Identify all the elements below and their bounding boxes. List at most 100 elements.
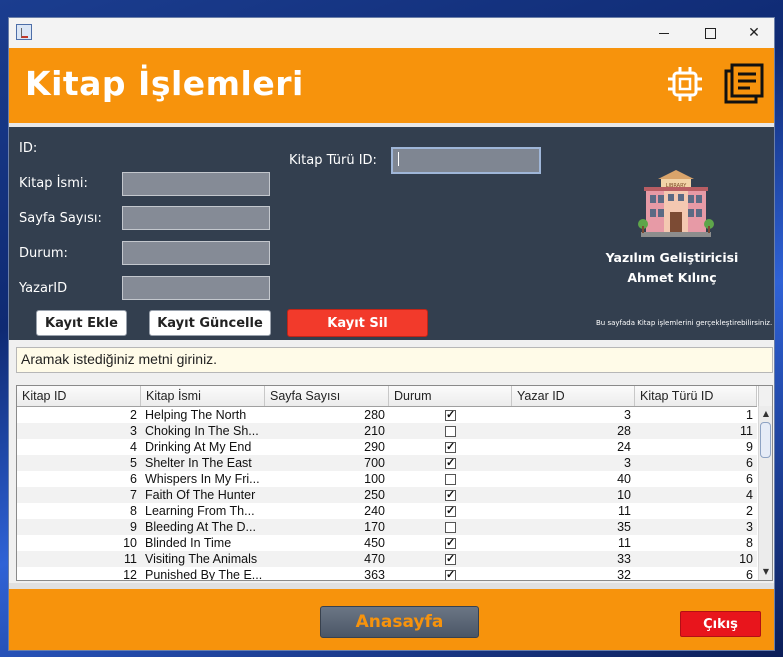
close-button[interactable]: ✕ [731, 18, 774, 48]
status-checkbox[interactable]: ✓ [445, 457, 456, 469]
exit-button[interactable]: Çıkış [680, 611, 761, 637]
author-cell: 28 [617, 424, 631, 438]
name-cell: Whispers In My Fri... [145, 472, 260, 486]
scroll-down-icon[interactable]: ▼ [759, 565, 772, 579]
developer-name: Ahmet Kılınç [627, 270, 717, 285]
pages-cell: 210 [364, 424, 385, 438]
maximize-button[interactable] [687, 18, 733, 48]
status-cell: ✓ [389, 407, 512, 423]
author-cell: 11 [618, 536, 631, 550]
author-cell: 35 [617, 520, 631, 534]
text-caret [398, 152, 399, 166]
minimize-button[interactable] [641, 18, 687, 48]
status-checkbox[interactable]: ✓ [445, 553, 456, 565]
table-row[interactable]: 5 Shelter In The East 700 ✓ 3 6 [17, 455, 757, 471]
id-cell: 6 [130, 472, 137, 486]
table-row[interactable]: 11 Visiting The Animals 470 ✓ 33 10 [17, 551, 757, 567]
java-app-icon [16, 24, 32, 40]
table-row[interactable]: 9 Bleeding At The D... 170 35 3 [17, 519, 757, 535]
column-header[interactable]: Yazar ID [512, 386, 635, 406]
type-cell: 1 [746, 408, 753, 422]
name-cell: Drinking At My End [145, 440, 252, 454]
name-cell: Visiting The Animals [145, 552, 258, 566]
developer-credit: Yazılım Geliştiricisi Ahmet Kılınç [601, 248, 743, 288]
table-header: Kitap ID Kitap İsmi Sayfa Sayısı Durum Yazar… [17, 386, 757, 407]
status-checkbox[interactable]: ✓ [445, 441, 456, 453]
type-cell: 4 [746, 488, 753, 502]
status-checkbox[interactable]: ✓ [445, 505, 456, 517]
table-row[interactable]: 4 Drinking At My End 290 ✓ 24 9 [17, 439, 757, 455]
pages-cell: 280 [364, 408, 385, 422]
add-record-button[interactable]: Kayıt Ekle [36, 310, 127, 336]
scroll-thumb[interactable] [760, 422, 771, 458]
status-checkbox[interactable] [445, 521, 456, 533]
search-area: Aramak istediğiniz metni giriniz. [9, 340, 774, 378]
table-row[interactable]: 8 Learning From Th... 240 ✓ 11 2 [17, 503, 757, 519]
update-record-button[interactable]: Kayıt Güncelle [149, 310, 271, 336]
column-header[interactable]: Kitap İsmi [141, 386, 265, 406]
status-cell: ✓ [389, 455, 512, 471]
name-cell: Helping The North [145, 408, 247, 422]
close-icon: ✕ [748, 25, 760, 41]
books-table: Kitap ID Kitap İsmi Sayfa Sayısı Durum Yazar… [16, 385, 773, 581]
title-bar[interactable]: ✕ [9, 18, 774, 48]
column-header[interactable]: Sayfa Sayısı [265, 386, 389, 406]
id-cell: 9 [130, 520, 137, 534]
book-type-id-field[interactable] [391, 147, 541, 174]
table-row[interactable]: 7 Faith Of The Hunter 250 ✓ 10 4 [17, 487, 757, 503]
book-form-panel: ID: Kitap İsmi: Sayfa Sayısı: Durum: Yaz… [9, 127, 774, 340]
author-id-label: YazarID [19, 281, 68, 296]
type-cell: 3 [746, 520, 753, 534]
pages-cell: 250 [364, 488, 385, 502]
name-cell: Choking In The Sh... [145, 424, 259, 438]
status-checkbox[interactable] [445, 425, 456, 437]
cpu-icon[interactable] [667, 66, 703, 102]
status-checkbox[interactable] [445, 473, 456, 485]
table-row[interactable]: 2 Helping The North 280 ✓ 3 1 [17, 407, 757, 423]
author-cell: 3 [624, 408, 631, 422]
author-id-field[interactable] [122, 276, 270, 300]
pages-cell: 100 [364, 472, 385, 486]
status-checkbox[interactable]: ✓ [445, 569, 456, 580]
maximize-icon [704, 27, 716, 39]
column-header[interactable]: Kitap Türü ID [635, 386, 757, 406]
delete-record-button[interactable]: Kayıt Sil [287, 309, 428, 337]
search-input[interactable]: Aramak istediğiniz metni giriniz. [16, 347, 773, 373]
app-window: ✕ Kitap İşlemleri ID: Kitap İsmi: Sayfa … [8, 17, 775, 651]
author-cell: 33 [617, 552, 631, 566]
column-header[interactable]: Kitap ID [17, 386, 141, 406]
name-cell: Blinded In Time [145, 536, 232, 550]
status-field[interactable] [122, 241, 270, 265]
table-row[interactable]: 10 Blinded In Time 450 ✓ 11 8 [17, 535, 757, 551]
home-button[interactable]: Anasayfa [320, 606, 479, 638]
vertical-scrollbar[interactable]: ▲ ▼ [758, 406, 772, 580]
id-cell: 12 [123, 568, 137, 581]
scroll-up-icon[interactable]: ▲ [759, 407, 772, 421]
status-checkbox[interactable]: ✓ [445, 489, 456, 501]
type-cell: 10 [739, 552, 753, 566]
author-cell: 24 [617, 440, 631, 454]
book-name-field[interactable] [122, 172, 270, 196]
table-row[interactable]: 6 Whispers In My Fri... 100 40 6 [17, 471, 757, 487]
status-cell: ✓ [389, 503, 512, 519]
notes-icon[interactable] [723, 63, 765, 105]
type-cell: 6 [746, 568, 753, 581]
name-cell: Faith Of The Hunter [145, 488, 256, 502]
status-checkbox[interactable]: ✓ [445, 537, 456, 549]
status-checkbox[interactable]: ✓ [445, 409, 456, 421]
name-cell: Bleeding At The D... [145, 520, 256, 534]
table-row[interactable]: 12 Punished By The E... 363 ✓ 32 6 [17, 567, 757, 581]
pages-cell: 290 [364, 440, 385, 454]
pages-cell: 240 [364, 504, 385, 518]
column-header[interactable]: Durum [389, 386, 512, 406]
id-cell: 8 [130, 504, 137, 518]
name-cell: Punished By The E... [145, 568, 263, 581]
footer-bar: Anasayfa Çıkış [9, 589, 774, 650]
name-cell: Learning From Th... [145, 504, 255, 518]
type-cell: 2 [746, 504, 753, 518]
id-cell: 10 [123, 536, 137, 550]
page-count-field[interactable] [122, 206, 270, 230]
status-cell [389, 471, 512, 487]
author-cell: 10 [617, 488, 631, 502]
table-row[interactable]: 3 Choking In The Sh... 210 28 11 [17, 423, 757, 439]
